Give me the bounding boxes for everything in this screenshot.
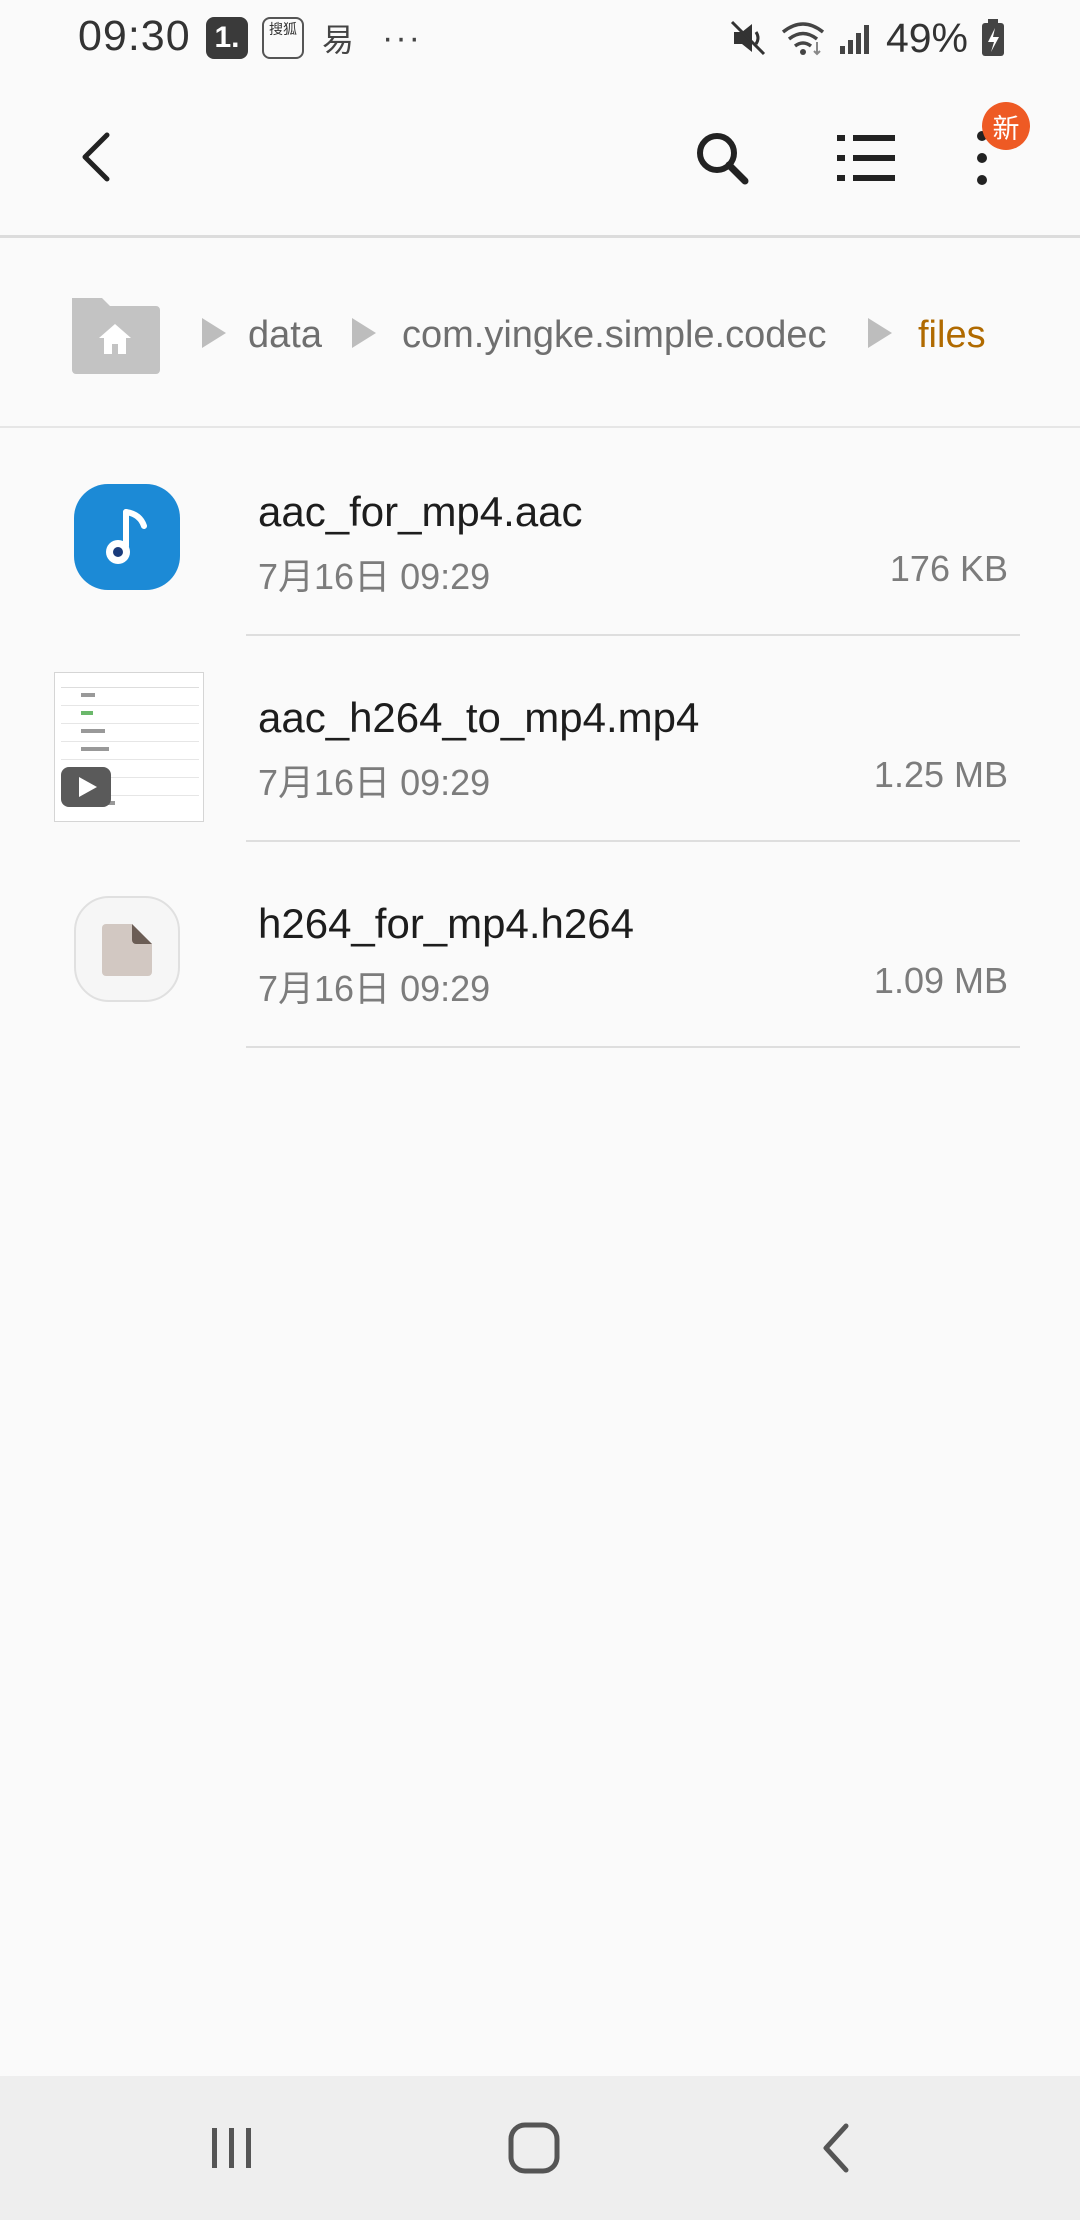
file-size: 1.09 MB bbox=[873, 960, 1008, 1001]
status-right: 49% bbox=[728, 14, 1006, 62]
new-badge: 新 bbox=[982, 102, 1030, 150]
notification-icons: 1. 搜狐 易 ··· bbox=[206, 14, 422, 62]
home-button[interactable] bbox=[484, 2108, 584, 2188]
file-size: 176 KB bbox=[889, 548, 1008, 589]
file-name: h264_for_mp4.h264 bbox=[258, 900, 634, 947]
breadcrumb-separator-icon bbox=[202, 318, 226, 348]
generic-file-icon bbox=[74, 896, 180, 1002]
search-icon bbox=[697, 133, 749, 185]
list-view-button[interactable] bbox=[826, 120, 906, 196]
home-folder-icon[interactable] bbox=[68, 294, 162, 376]
breadcrumb: data com.yingke.simple.codec files bbox=[0, 238, 1080, 428]
navigation-bar bbox=[0, 2076, 1080, 2220]
file-row[interactable]: aac_for_mp4.aac 7月16日 09:29 176 KB bbox=[0, 430, 1080, 636]
back-arrow-icon bbox=[82, 132, 110, 182]
file-date: 7月16日 09:29 bbox=[258, 968, 491, 1009]
wifi-icon bbox=[781, 22, 825, 56]
list-view-icon bbox=[837, 135, 895, 181]
battery-percentage: 49% bbox=[885, 14, 968, 61]
mute-icon bbox=[730, 20, 765, 56]
video-thumbnail-icon bbox=[54, 672, 204, 822]
app-bar: 新 bbox=[0, 76, 1080, 238]
status-bar: 09:30 1. 搜狐 易 ··· 49% bbox=[0, 0, 1080, 76]
file-date: 7月16日 09:29 bbox=[258, 762, 491, 803]
file-name: aac_for_mp4.aac bbox=[258, 488, 583, 535]
recents-icon bbox=[212, 2128, 251, 2168]
file-size: 1.25 MB bbox=[873, 754, 1008, 795]
back-button[interactable] bbox=[62, 122, 132, 192]
signal-icon bbox=[839, 25, 869, 54]
breadcrumb-item-data[interactable]: data bbox=[248, 314, 322, 357]
breadcrumb-item-package[interactable]: com.yingke.simple.codec bbox=[402, 314, 827, 357]
breadcrumb-separator-icon bbox=[868, 318, 892, 348]
recents-button[interactable] bbox=[182, 2108, 282, 2188]
breadcrumb-separator-icon bbox=[352, 318, 376, 348]
file-date: 7月16日 09:29 bbox=[258, 556, 491, 597]
status-time: 09:30 bbox=[78, 12, 191, 60]
search-button[interactable] bbox=[684, 120, 760, 196]
breadcrumb-item-current: files bbox=[918, 314, 986, 356]
file-row[interactable]: h264_for_mp4.h264 7月16日 09:29 1.09 MB bbox=[0, 842, 1080, 1048]
file-row[interactable]: aac_h264_to_mp4.mp4 7月16日 09:29 1.25 MB bbox=[0, 636, 1080, 842]
file-name: aac_h264_to_mp4.mp4 bbox=[258, 694, 700, 741]
app-one-notification-icon: 1. bbox=[206, 17, 248, 59]
nav-back-button[interactable] bbox=[786, 2108, 886, 2188]
battery-charging-icon bbox=[982, 19, 1004, 56]
back-icon bbox=[823, 2123, 849, 2173]
row-divider bbox=[246, 1046, 1020, 1048]
sohu-notification-icon: 搜狐 bbox=[262, 17, 304, 59]
more-notifications-icon: ··· bbox=[382, 18, 422, 57]
audio-note-icon bbox=[74, 484, 180, 590]
home-icon bbox=[508, 2122, 560, 2174]
netease-notification-icon: 易 bbox=[321, 22, 354, 58]
